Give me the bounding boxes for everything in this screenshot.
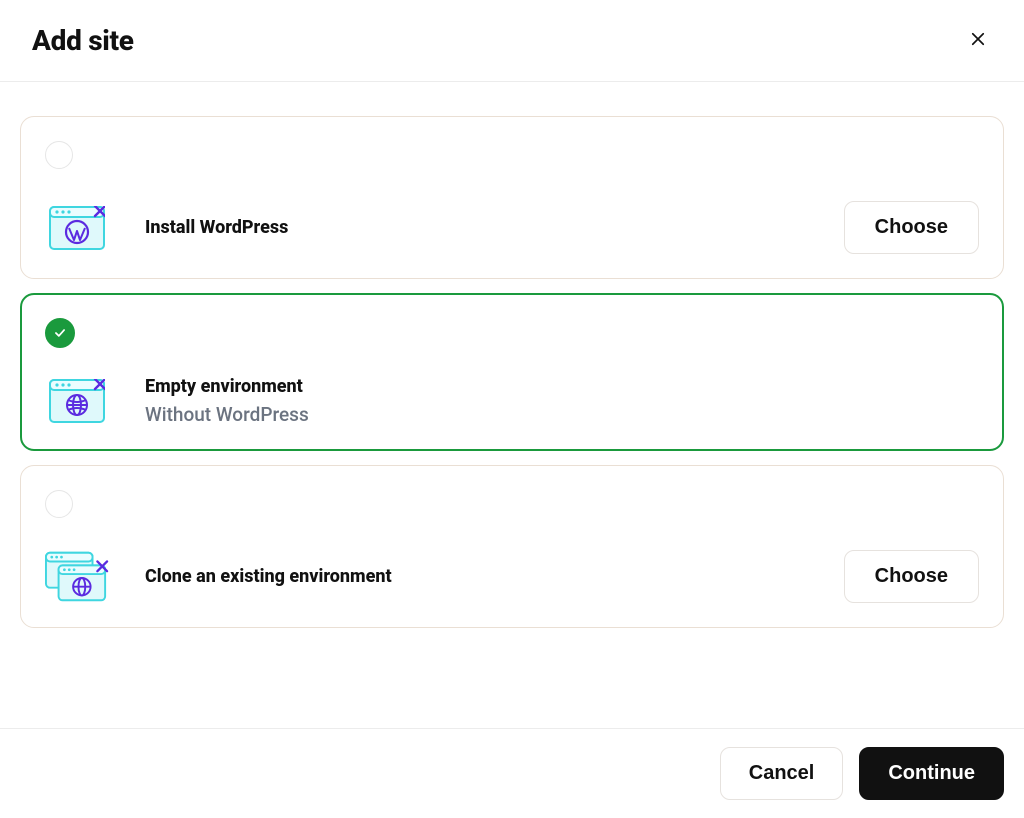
cancel-button[interactable]: Cancel	[720, 747, 844, 800]
option-texts: Clone an existing environment	[145, 566, 392, 587]
option-subtitle: Without WordPress	[145, 403, 309, 426]
close-icon	[969, 30, 987, 51]
dialog-title: Add site	[32, 24, 134, 57]
options-list: Install WordPress Choose	[0, 82, 1024, 662]
dialog-footer: Cancel Continue	[0, 728, 1024, 818]
option-left: Clone an existing environment	[45, 551, 392, 603]
option-left: Install WordPress	[45, 206, 288, 250]
option-left: Empty environment Without WordPress	[45, 376, 309, 426]
wordpress-browser-icon	[45, 206, 109, 250]
option-texts: Install WordPress	[145, 217, 288, 238]
dialog-header: Add site	[0, 0, 1024, 82]
option-title: Empty environment	[145, 376, 309, 397]
option-row: Install WordPress Choose	[45, 201, 979, 254]
option-title: Clone an existing environment	[145, 566, 392, 587]
clone-browser-icon	[45, 551, 109, 603]
option-empty-environment[interactable]: Empty environment Without WordPress	[20, 293, 1004, 451]
option-texts: Empty environment Without WordPress	[145, 376, 309, 426]
option-title: Install WordPress	[145, 217, 288, 238]
radio-checked-icon	[45, 318, 75, 348]
globe-browser-icon	[45, 379, 109, 423]
option-row: Clone an existing environment Choose	[45, 550, 979, 603]
close-button[interactable]	[964, 27, 992, 55]
option-install-wordpress[interactable]: Install WordPress Choose	[20, 116, 1004, 279]
continue-button[interactable]: Continue	[859, 747, 1004, 800]
radio-unchecked-icon	[45, 490, 73, 518]
radio-unchecked-icon	[45, 141, 73, 169]
choose-button[interactable]: Choose	[844, 201, 979, 254]
option-clone-environment[interactable]: Clone an existing environment Choose	[20, 465, 1004, 628]
choose-button[interactable]: Choose	[844, 550, 979, 603]
option-row: Empty environment Without WordPress	[45, 376, 979, 426]
